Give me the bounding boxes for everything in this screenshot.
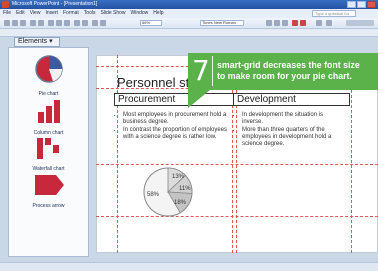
- new-icon[interactable]: [4, 20, 10, 26]
- bullet-item: Most employees in procurement hold a bus…: [123, 112, 228, 125]
- callout-text: smart-grid decreases the font size to ma…: [217, 60, 378, 82]
- procurement-bullets[interactable]: Most employees in procurement hold a bus…: [116, 112, 228, 143]
- menu-file[interactable]: File: [3, 9, 11, 18]
- callout-divider: [212, 56, 213, 86]
- element-waterfall-chart[interactable]: Waterfall chart: [9, 134, 88, 172]
- redo-icon[interactable]: [82, 20, 88, 26]
- underline-icon[interactable]: [282, 20, 288, 26]
- elements-tab[interactable]: Elements ▾: [14, 37, 60, 47]
- menu-slide-show[interactable]: Slide Show: [100, 9, 125, 18]
- element-pie-chart[interactable]: Pie chart: [9, 53, 88, 97]
- standard-toolbar: 66% Times New Roman: [0, 18, 378, 29]
- maximize-button[interactable]: [357, 1, 366, 8]
- menu-edit[interactable]: Edit: [16, 9, 25, 18]
- window-titlebar: Microsoft PowerPoint - [Presentation1]: [0, 0, 378, 9]
- pie-label-11: 11%: [179, 186, 191, 192]
- process-arrow-icon: [34, 175, 64, 195]
- new-slide-button[interactable]: [346, 20, 374, 26]
- menu-insert[interactable]: Insert: [45, 9, 58, 18]
- grid-guide: [96, 164, 378, 165]
- process-arrow-label: Process arrow: [32, 203, 65, 209]
- menu-window[interactable]: Window: [131, 9, 149, 18]
- paste-icon[interactable]: [64, 20, 70, 26]
- pie-chart-label: Pie chart: [38, 91, 59, 97]
- slide-title[interactable]: Personnel st: [117, 75, 189, 90]
- copy-icon[interactable]: [56, 20, 62, 26]
- pie-label-13: 13%: [172, 174, 185, 180]
- minimize-button[interactable]: [347, 1, 356, 8]
- preview-icon[interactable]: [38, 20, 44, 26]
- waterfall-chart-icon: [36, 138, 59, 159]
- close-button[interactable]: [367, 1, 376, 8]
- pie-label-58: 58%: [147, 192, 160, 198]
- align-left-icon[interactable]: [292, 20, 298, 26]
- font-color-icon[interactable]: [316, 20, 322, 26]
- menu-view[interactable]: View: [30, 9, 41, 18]
- help-search-input[interactable]: Type a question for help: [312, 10, 356, 21]
- bullet-item: More than three quarters of the employee…: [242, 127, 345, 147]
- secondary-toolbar: [0, 29, 378, 37]
- cut-icon[interactable]: [48, 20, 54, 26]
- table-icon[interactable]: [100, 20, 106, 26]
- powerpoint-app-icon[interactable]: [2, 1, 9, 8]
- pie-label-18: 18%: [174, 200, 187, 206]
- open-icon[interactable]: [12, 20, 18, 26]
- chart-icon[interactable]: [92, 20, 98, 26]
- element-column-chart[interactable]: Column chart: [9, 98, 88, 136]
- save-icon[interactable]: [20, 20, 26, 26]
- slide-pie-chart[interactable]: 13% 11% 18% 58%: [138, 166, 198, 218]
- window-controls: [347, 1, 376, 8]
- element-process-arrow[interactable]: Process arrow: [9, 173, 88, 209]
- print-icon[interactable]: [30, 20, 36, 26]
- elements-tab-label: Elements: [18, 38, 48, 45]
- menu-help[interactable]: Help: [153, 9, 163, 18]
- status-bar: [0, 262, 378, 271]
- undo-icon[interactable]: [74, 20, 80, 26]
- callout-line-2: to make room for your pie chart.: [217, 71, 352, 81]
- menu-format[interactable]: Format: [63, 9, 79, 18]
- window-title: Microsoft PowerPoint - [Presentation1]: [12, 1, 98, 7]
- align-center-icon[interactable]: [300, 20, 306, 26]
- callout-pointer: [188, 90, 210, 108]
- column-header-development[interactable]: Development: [233, 93, 350, 106]
- callout-step-number: 7: [192, 54, 210, 87]
- waterfall-chart-label: Waterfall chart: [32, 166, 65, 172]
- zoom-value: 66%: [142, 20, 151, 25]
- pie-chart-icon: [34, 55, 63, 83]
- callout-line-1: smart-grid decreases the font size: [217, 60, 360, 70]
- italic-icon[interactable]: [274, 20, 280, 26]
- bullet-item: In development the situation is inverse.: [242, 112, 345, 125]
- font-value: Times New Roman: [202, 20, 236, 25]
- elements-panel: Pie chart Column chart Waterfall chart P…: [8, 47, 89, 257]
- column-header-procurement[interactable]: Procurement: [114, 93, 234, 106]
- development-bullets[interactable]: In development the situation is inverse.…: [235, 112, 345, 150]
- menu-tools[interactable]: Tools: [84, 9, 96, 18]
- bullet-item: In contrast the proportion of employees …: [123, 127, 228, 140]
- column-chart-icon: [37, 100, 60, 123]
- design-icon[interactable]: [326, 20, 332, 26]
- bold-icon[interactable]: [266, 20, 272, 26]
